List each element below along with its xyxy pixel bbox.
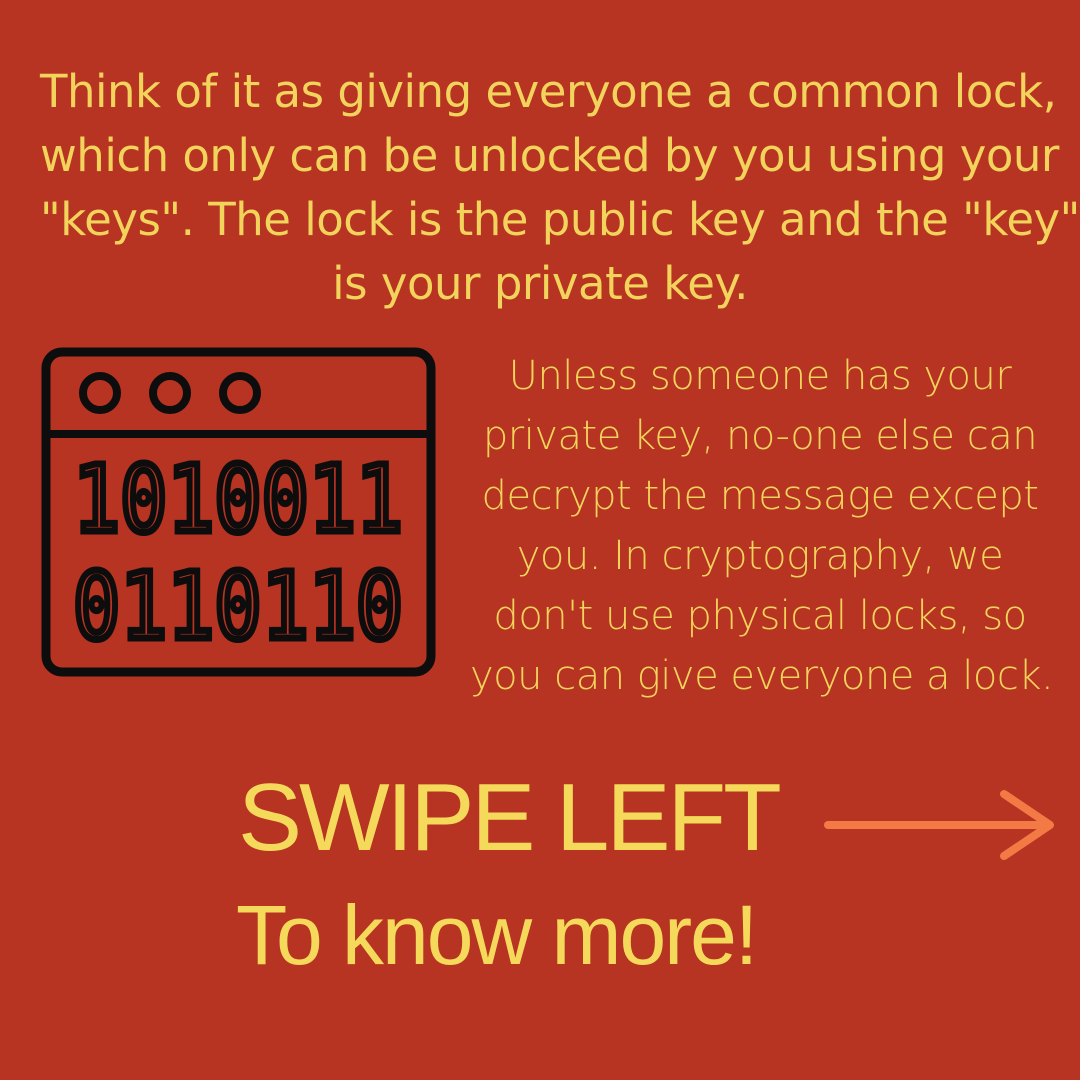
binary-row: 0110110 — [73, 553, 403, 660]
detail-line: private key, no-one else can — [482, 413, 1038, 459]
intro-line: Think of it as giving everyone a common … — [40, 65, 1057, 118]
intro-line: is your private key. — [332, 257, 748, 310]
detail-line: decrypt the message except — [481, 473, 1039, 519]
binary-code-window-icon: 1010011 0110110 — [41, 347, 436, 677]
binary-row: 1010011 — [73, 446, 403, 553]
detail-line: you can give everyone a lock. — [470, 653, 1054, 699]
detail-line: don't use physical locks, so — [493, 593, 1027, 639]
detail-text: Unless someone has your private key, no-… — [470, 346, 1054, 706]
intro-line: which only can be unlocked by you using … — [40, 129, 1059, 182]
right-arrow-icon — [824, 790, 1054, 860]
window-dot-icon — [219, 372, 261, 414]
detail-line: you. In cryptography, we — [516, 533, 1004, 579]
intro-text: Think of it as giving everyone a common … — [40, 60, 1080, 316]
intro-line: "keys". The lock is the public key and t… — [40, 193, 1080, 246]
know-more-label: To know more! — [236, 888, 758, 982]
swipe-left-label: SWIPE LEFT — [238, 764, 782, 871]
window-dot-icon — [79, 372, 121, 414]
detail-line: Unless someone has your — [508, 353, 1012, 399]
window-dot-icon — [149, 372, 191, 414]
